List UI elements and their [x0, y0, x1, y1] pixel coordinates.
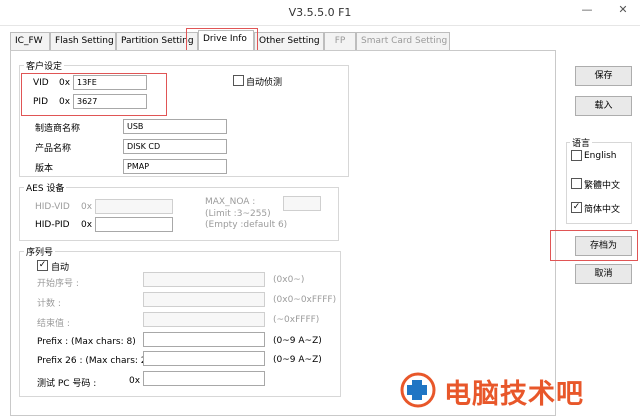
customer-settings-title: 客户设定	[24, 59, 65, 72]
prefix26-label: Prefix 26 : (Max chars: 26)	[37, 356, 156, 366]
prefix26-input[interactable]	[143, 351, 265, 366]
window-title: V3.5.5.0 F1	[288, 6, 352, 19]
lang-traditional-label: 繁體中文	[584, 181, 621, 191]
hid-vid-prefix: 0x	[81, 202, 93, 212]
start-serial-input[interactable]	[143, 272, 265, 287]
vid-prefix: 0x	[59, 78, 71, 88]
lang-english-label: English	[584, 151, 617, 161]
test-pc-label: 测试 PC 号码 :	[37, 379, 97, 389]
start-serial-label: 开始序号 :	[37, 279, 79, 289]
vid-input[interactable]: 13FE	[73, 75, 147, 90]
lang-simplified-checkbox[interactable]: ✓	[571, 202, 582, 213]
tab-fp[interactable]: FP	[324, 32, 356, 50]
product-name-label: 产品名称	[35, 144, 72, 154]
count-input[interactable]	[143, 292, 265, 307]
lang-english-checkbox[interactable]	[571, 150, 582, 161]
product-name-input[interactable]: DISK CD	[123, 139, 227, 154]
watermark-text: 电脑技术吧	[444, 379, 584, 410]
serial-auto-label: 自动	[51, 263, 70, 273]
vid-label: VID	[33, 78, 49, 88]
end-value-hint: (~0xFFFF)	[273, 315, 320, 325]
pid-input[interactable]: 3627	[73, 94, 147, 109]
count-label: 计数 :	[37, 299, 61, 309]
prefix-input[interactable]	[143, 332, 265, 347]
check-mark-icon: ✓	[572, 202, 581, 212]
test-pc-prefix: 0x	[129, 376, 141, 386]
hid-vid-label: HID-VID	[35, 202, 70, 212]
prefix-label: Prefix : (Max chars: 8)	[37, 337, 136, 347]
auto-detect-label: 自动侦测	[246, 78, 283, 88]
prefix26-hint: (0~9 A~Z)	[273, 355, 322, 365]
hid-vid-input[interactable]	[95, 199, 173, 214]
prefix-hint: (0~9 A~Z)	[273, 336, 322, 346]
hid-pid-label: HID-PID	[35, 220, 70, 230]
serial-auto-checkbox[interactable]: ✓	[37, 260, 48, 271]
manufacturer-input[interactable]: USB	[123, 119, 227, 134]
start-serial-hint: (0x0~)	[273, 275, 305, 285]
close-icon[interactable]: ✕	[614, 3, 632, 16]
max-noa-default-hint: (Empty :default 6)	[205, 220, 288, 230]
title-bar: V3.5.5.0 F1 — ✕	[0, 0, 640, 26]
version-input[interactable]: PMAP	[123, 159, 227, 174]
max-noa-label: MAX_NOA :	[205, 197, 256, 207]
count-hint: (0x0~0xFFFF)	[273, 295, 337, 305]
hid-pid-prefix: 0x	[81, 220, 93, 230]
load-button[interactable]: 载入	[575, 96, 632, 116]
version-label: 版本	[35, 164, 54, 174]
tab-other-setting[interactable]: Other Setting	[254, 32, 324, 50]
hid-pid-input[interactable]	[95, 217, 173, 232]
tab-ic-fw[interactable]: IC_FW	[10, 32, 50, 50]
end-value-label: 结束值 :	[37, 319, 70, 329]
cancel-button[interactable]: 取消	[575, 264, 632, 284]
manufacturer-label: 制造商名称	[35, 124, 81, 134]
save-button[interactable]: 保存	[575, 66, 632, 86]
max-noa-input[interactable]	[283, 196, 321, 211]
tab-smart-card-setting[interactable]: Smart Card Setting	[356, 32, 450, 50]
minimize-icon[interactable]: —	[578, 3, 596, 16]
save-as-button[interactable]: 存档为	[575, 236, 632, 256]
watermark-logo-icon	[400, 372, 436, 408]
pid-label: PID	[33, 97, 49, 107]
max-noa-limit-hint: (Limit :3~255)	[205, 209, 271, 219]
test-pc-input[interactable]	[143, 371, 265, 386]
pid-prefix: 0x	[59, 97, 71, 107]
lang-traditional-checkbox[interactable]	[571, 178, 582, 189]
drive-info-panel: 客户设定 VID 0x 13FE PID 0x 3627 自动侦测 制造商名称 …	[10, 50, 556, 416]
lang-simplified-label: 简体中文	[584, 205, 621, 215]
check-mark-icon: ✓	[38, 260, 47, 270]
auto-detect-checkbox[interactable]	[233, 75, 244, 86]
aes-device-title: AES 设备	[24, 181, 67, 194]
tab-flash-setting[interactable]: Flash Setting	[50, 32, 116, 50]
language-title: 语言	[570, 136, 593, 149]
serial-number-title: 序列号	[24, 245, 56, 258]
end-value-input[interactable]	[143, 312, 265, 327]
